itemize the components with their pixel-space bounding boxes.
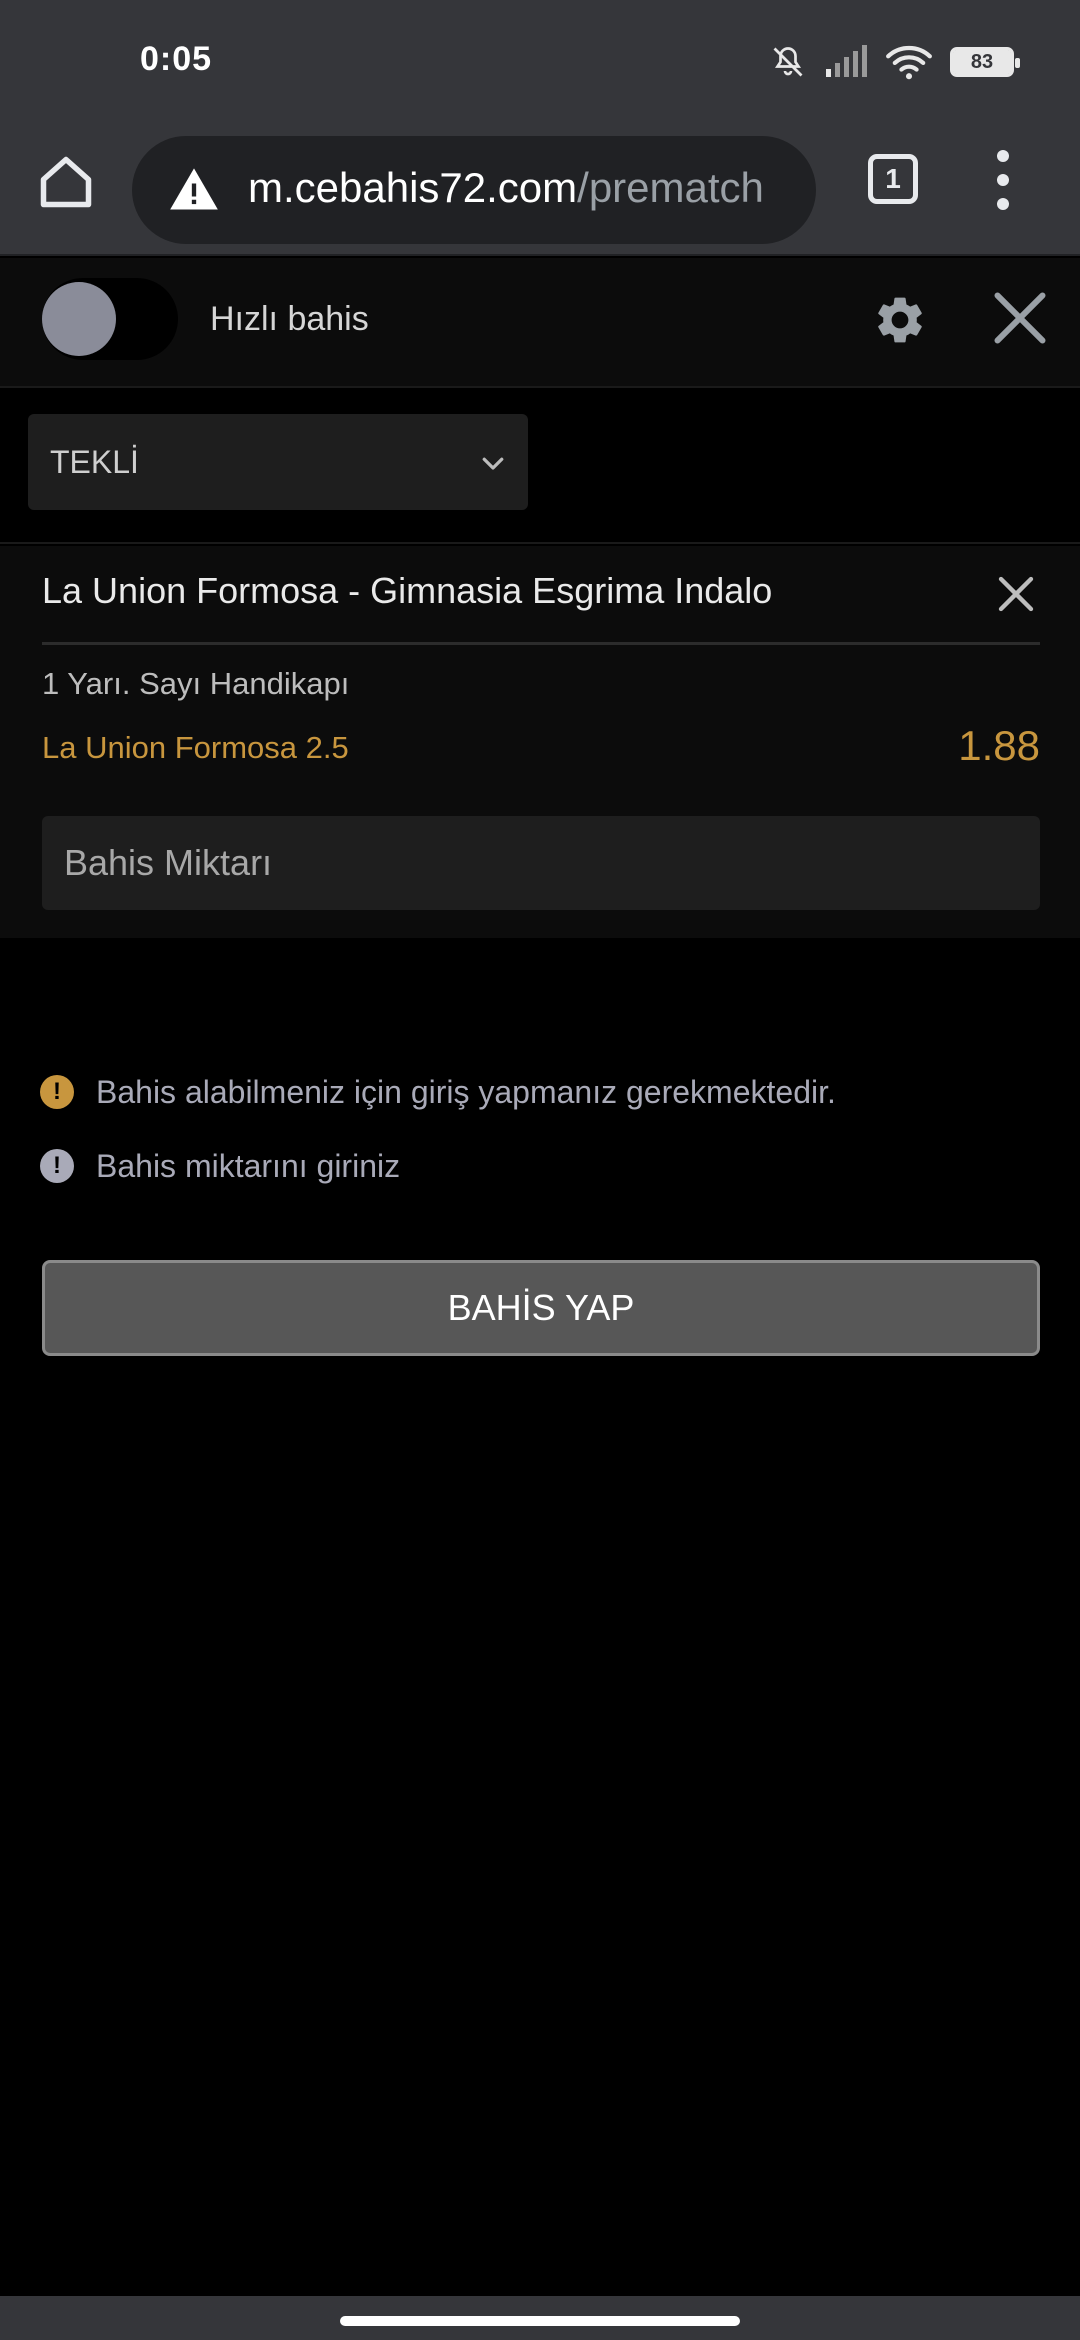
- signal-icon: [826, 45, 867, 77]
- status-bar: 0:05 83: [0, 0, 1080, 124]
- mute-bell-icon: [773, 47, 803, 77]
- gesture-handle[interactable]: [340, 2316, 740, 2326]
- system-nav-bar: [0, 2296, 1080, 2340]
- remove-bet-icon[interactable]: [996, 574, 1036, 614]
- bet-type-value: TEKLİ: [50, 444, 139, 480]
- battery-icon: 83: [950, 47, 1020, 77]
- gear-icon[interactable]: [872, 292, 928, 348]
- place-bet-button[interactable]: BAHİS YAP: [42, 1260, 1040, 1356]
- toggle-knob: [42, 282, 116, 356]
- message-text: Bahis miktarını giriniz: [96, 1147, 401, 1184]
- chevron-down-icon: [482, 457, 504, 470]
- status-time: 0:05: [140, 40, 213, 78]
- selection-name: La Union Formosa 2.5: [42, 730, 349, 765]
- message-text: Bahis alabilmeniz için giriş yapmanız ge…: [96, 1073, 836, 1110]
- browser-toolbar: m.cebahis72.com/prematch 1: [0, 124, 1080, 256]
- overflow-menu-icon[interactable]: [990, 150, 1016, 210]
- close-icon[interactable]: [990, 288, 1050, 348]
- stake-input[interactable]: [42, 816, 1040, 910]
- bet-type-area: TEKLİ: [0, 390, 1080, 544]
- betslip-header: Hızlı bahis: [0, 258, 1080, 388]
- odds-value: 1.88: [958, 722, 1040, 769]
- stake-required-message: ! Bahis miktarını giriniz: [40, 1146, 400, 1186]
- url-text[interactable]: m.cebahis72.com/prematch: [248, 164, 808, 212]
- exclamation-icon: !: [40, 1075, 74, 1109]
- bet-type-dropdown[interactable]: TEKLİ: [28, 414, 528, 510]
- home-icon[interactable]: [36, 152, 96, 212]
- market-name: 1 Yarı. Sayı Handikapı: [42, 666, 350, 701]
- exclamation-icon: !: [40, 1149, 74, 1183]
- url-bar[interactable]: m.cebahis72.com/prematch: [132, 136, 816, 244]
- status-icons: 83: [770, 40, 1020, 84]
- tab-switcher-button[interactable]: 1: [868, 154, 918, 204]
- warning-icon[interactable]: [168, 164, 220, 216]
- quick-bet-toggle[interactable]: [42, 278, 178, 360]
- match-title: La Union Formosa - Gimnasia Esgrima Inda…: [42, 570, 773, 611]
- quick-bet-label: Hızlı bahis: [210, 300, 369, 338]
- login-required-message: ! Bahis alabilmeniz için giriş yapmanız …: [40, 1072, 836, 1112]
- wifi-icon: [886, 46, 932, 80]
- url-path: /prematch: [577, 164, 764, 211]
- battery-level: 83: [953, 50, 1011, 74]
- divider: [42, 642, 1040, 645]
- url-domain: m.cebahis72.com: [248, 164, 578, 211]
- bet-card: La Union Formosa - Gimnasia Esgrima Inda…: [0, 546, 1080, 938]
